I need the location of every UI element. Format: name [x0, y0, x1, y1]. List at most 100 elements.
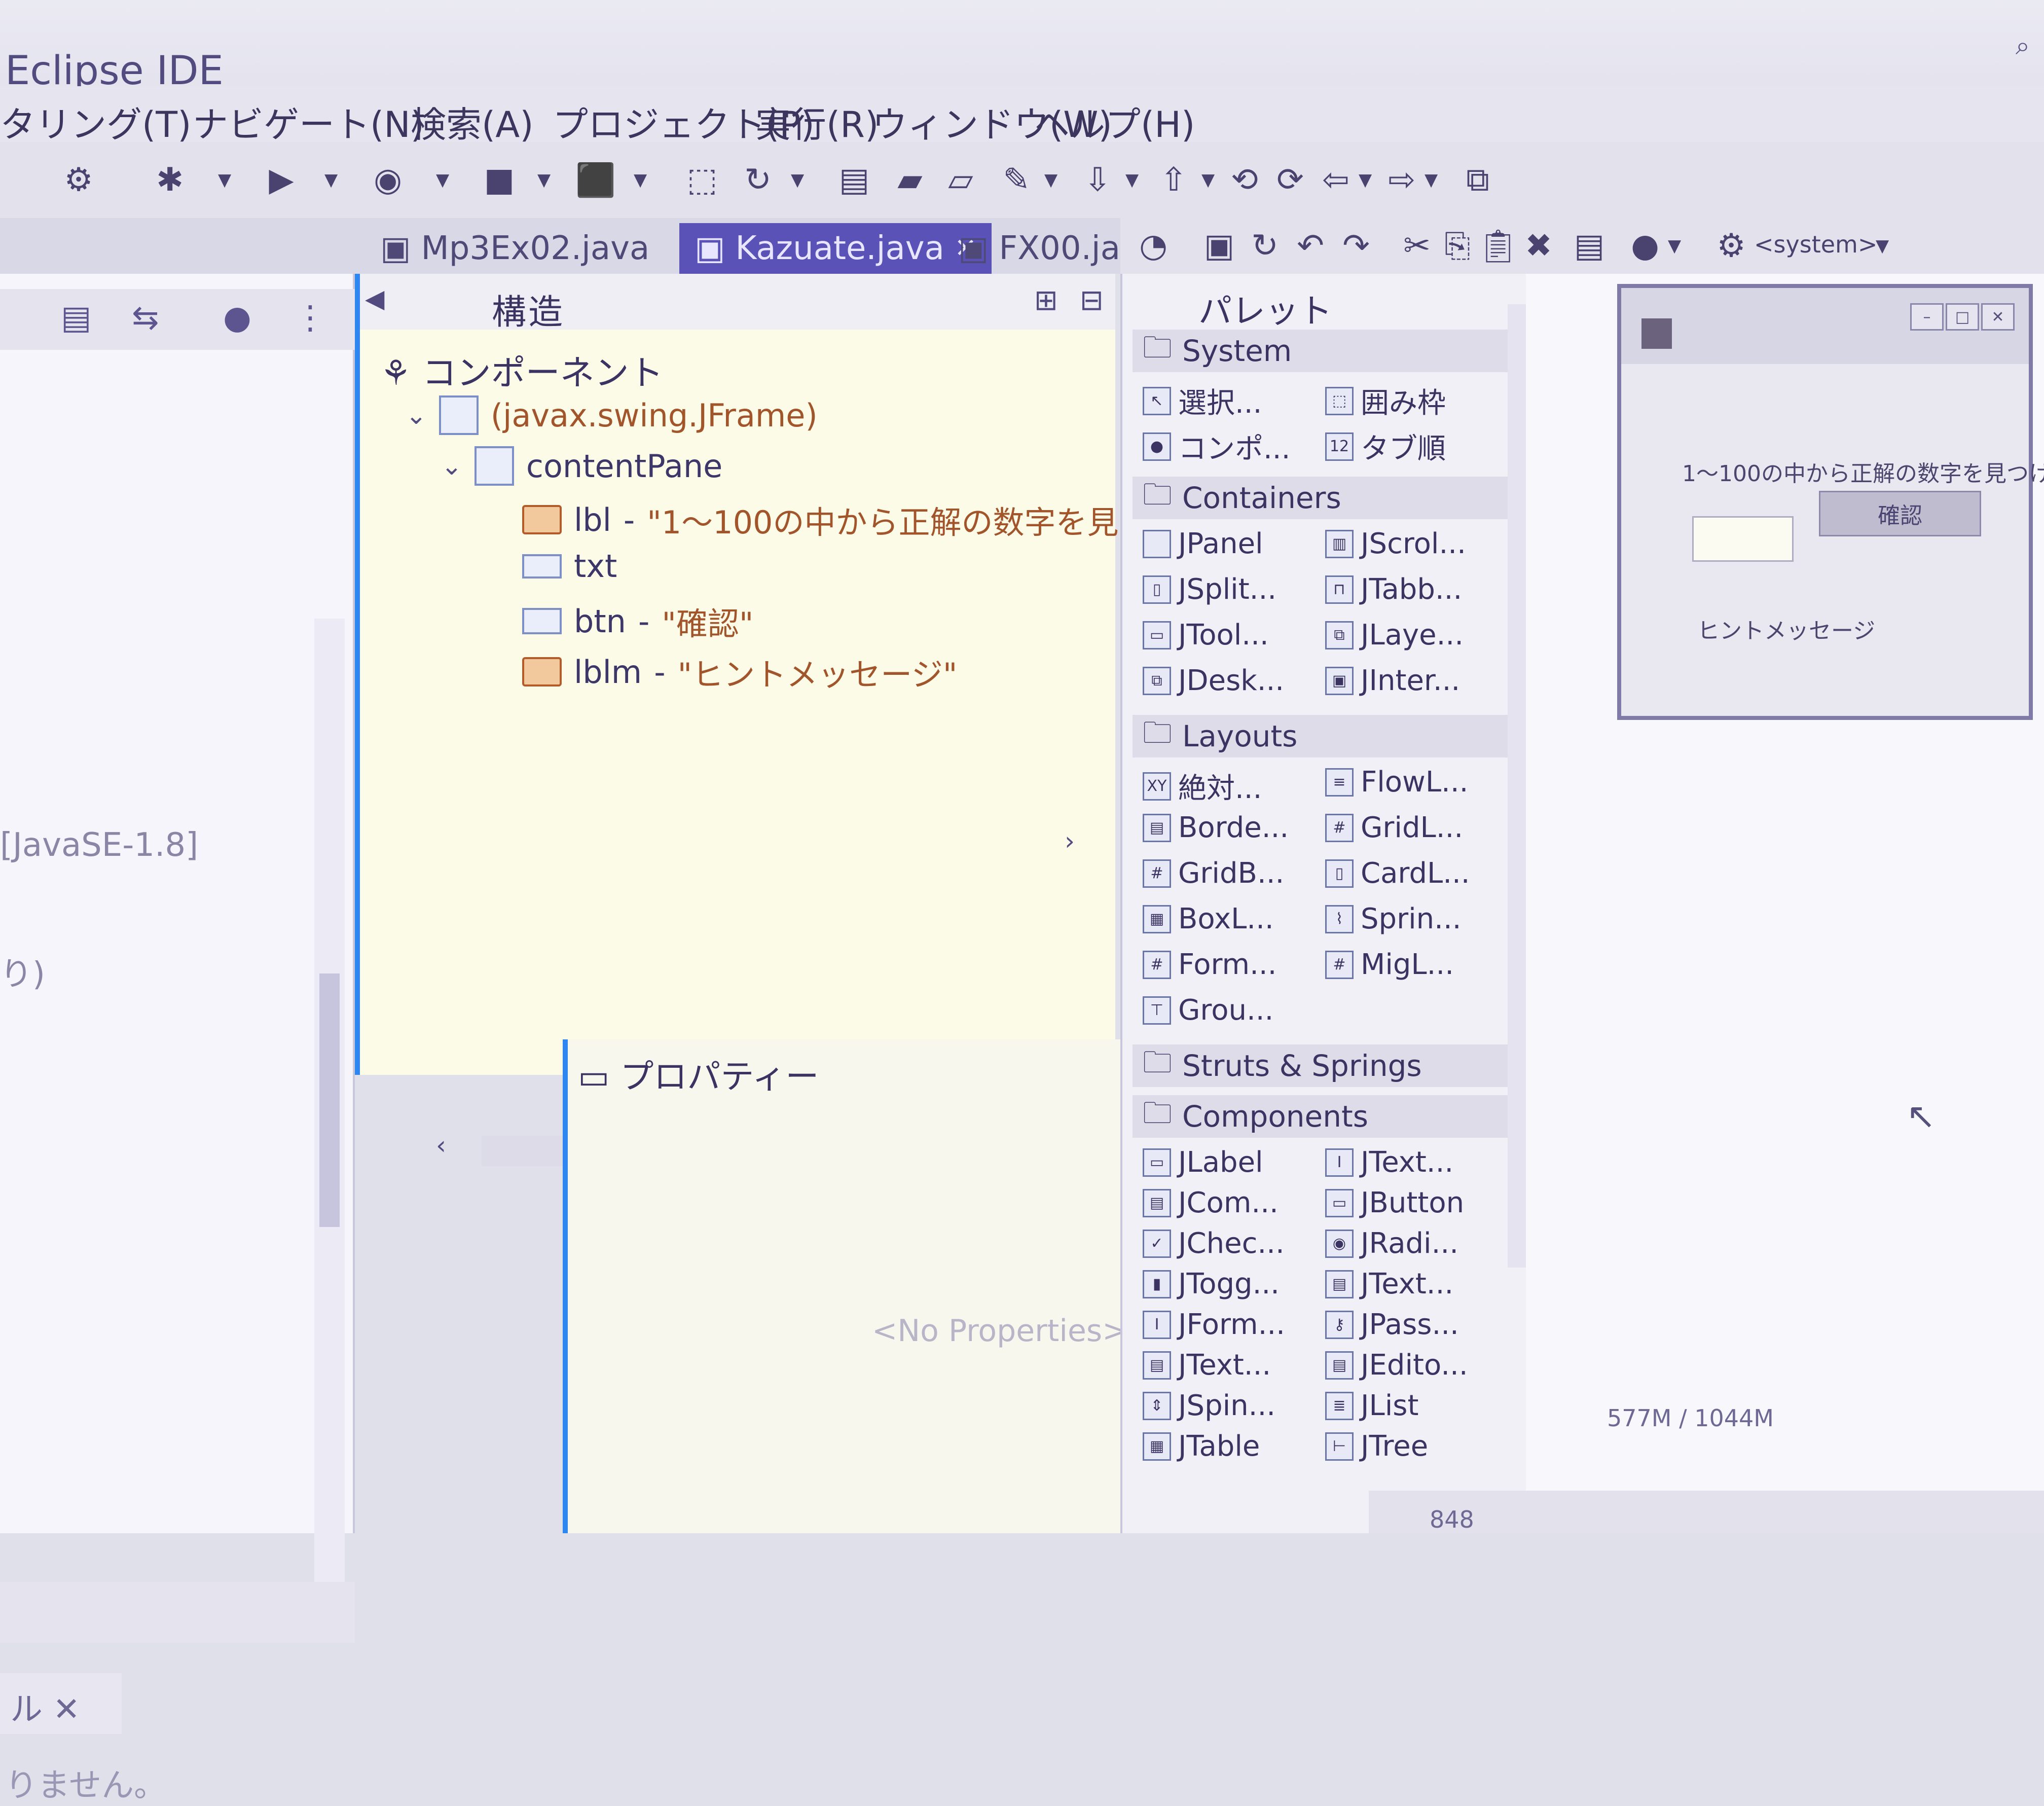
palette-item-formlayout[interactable]: # Form...: [1143, 948, 1276, 981]
back-icon[interactable]: ⇦: [1313, 157, 1359, 203]
folder-open-icon[interactable]: ▰: [887, 157, 933, 203]
heap-status[interactable]: 577M / 1044M: [1607, 1404, 1774, 1432]
chevron-down-icon[interactable]: ▼: [324, 170, 338, 190]
jre-library-label[interactable]: [JavaSE-1.8]: [0, 826, 198, 864]
palette-item-jeditorpane[interactable]: ▤ JEdito...: [1325, 1349, 1468, 1382]
chevron-down-icon[interactable]: ▼: [791, 170, 804, 190]
close-icon[interactable]: ✕: [53, 1691, 80, 1728]
chevron-down-icon[interactable]: ▼: [218, 170, 231, 190]
palette-item-jtree[interactable]: ⊢ JTree: [1325, 1430, 1428, 1463]
check-button[interactable]: 確認: [1819, 491, 1981, 536]
refresh-icon[interactable]: ↻: [735, 157, 781, 203]
menu-run[interactable]: 実行(R): [755, 96, 879, 148]
forward-edit-icon[interactable]: ⟳: [1267, 157, 1313, 203]
palette-item-jpasswordfield[interactable]: ⚷ JPass...: [1325, 1308, 1459, 1341]
palette-item-flowlayout[interactable]: ≡ FlowL...: [1325, 766, 1468, 799]
menu-refactor[interactable]: タリング(T): [0, 96, 191, 148]
cut-icon[interactable]: ✂: [1394, 223, 1440, 269]
close-icon[interactable]: ✕: [1981, 303, 2015, 331]
undo-icon[interactable]: ↶: [1288, 223, 1333, 269]
palette-scrollbar[interactable]: [1508, 304, 1526, 1268]
collapse-all-icon[interactable]: ▤: [61, 299, 91, 337]
tree-item-btn[interactable]: btn - "確認": [522, 598, 753, 644]
console-tab[interactable]: ル ✕: [0, 1673, 122, 1734]
palette-item-gridlayout[interactable]: # GridL...: [1325, 811, 1463, 844]
chevron-down-icon[interactable]: ▼: [1125, 170, 1139, 190]
tree-item-fragment[interactable]: り): [0, 948, 45, 995]
link-editor-icon[interactable]: ⇆: [132, 299, 159, 337]
properties-view-icon[interactable]: ▤: [1566, 223, 1612, 269]
palette-item-jscrollpane[interactable]: ▥ JScrol...: [1325, 527, 1466, 560]
chevron-down-icon[interactable]: ▼: [1668, 236, 1681, 256]
palette-item-springlayout[interactable]: ⌇ Sprin...: [1325, 902, 1462, 935]
chevron-down-icon[interactable]: ▼: [1201, 170, 1215, 190]
last-edit-icon[interactable]: ⟲: [1222, 157, 1267, 203]
gear-icon[interactable]: ⚙: [56, 157, 101, 203]
chevron-down-icon[interactable]: ▼: [1044, 170, 1057, 190]
palette-item-jlabel[interactable]: ▭ JLabel: [1143, 1146, 1263, 1179]
palette-item-jradiobutton[interactable]: ◉ JRadi...: [1325, 1227, 1458, 1260]
new-class-icon[interactable]: ⬚: [679, 157, 725, 203]
frame-titlebar[interactable]: – □ ✕: [1621, 288, 2029, 364]
palette-category-struts-springs[interactable]: 🗀︎ Struts & Springs: [1133, 1044, 1513, 1087]
chevron-left-icon[interactable]: ◀: [365, 284, 384, 313]
palette-item-gridbaglayout[interactable]: # GridB...: [1143, 857, 1284, 890]
palette-category-system[interactable]: 🗀︎ System: [1133, 330, 1513, 372]
tree-item-lblm[interactable]: lblm - "ヒントメッセージ": [522, 649, 957, 695]
debug-icon[interactable]: ✱: [147, 157, 193, 203]
scrollbar-thumb[interactable]: [319, 973, 340, 1227]
chevron-down-icon[interactable]: ▼: [436, 170, 449, 190]
tab-mp3ex02[interactable]: ▣ Mp3Ex02.java: [365, 223, 665, 274]
chevron-down-icon[interactable]: ⌄: [441, 451, 462, 481]
expand-all-icon[interactable]: ⊞: [1034, 284, 1058, 317]
run-coverage-icon[interactable]: ◉: [365, 157, 411, 203]
palette-category-layouts[interactable]: 🗀︎ Layouts: [1133, 715, 1513, 757]
open-type-icon[interactable]: ▤: [831, 157, 877, 203]
chevron-down-icon[interactable]: ▼: [1876, 236, 1889, 256]
menu-navigate[interactable]: ナビゲート(N): [193, 96, 424, 148]
tree-item-jframe[interactable]: ⌄ (javax.swing.JFrame): [406, 395, 818, 435]
paste-icon[interactable]: 📋︎: [1475, 223, 1521, 269]
search-icon[interactable]: ⌕: [2008, 30, 2038, 61]
palette-item-jtable[interactable]: ▦ JTable: [1143, 1430, 1260, 1463]
palette-item-borderlayout[interactable]: ▤ Borde...: [1143, 811, 1289, 844]
collapse-all-icon[interactable]: ⊟: [1080, 284, 1104, 317]
vertical-scrollbar[interactable]: [314, 619, 345, 1582]
hint-label[interactable]: ヒントメッセージ: [1697, 612, 1875, 645]
redo-icon[interactable]: ↷: [1333, 223, 1379, 269]
chevron-down-icon[interactable]: ▼: [634, 170, 647, 190]
preview-icon[interactable]: ▣: [1196, 223, 1242, 269]
palette-item-jdesktoppane[interactable]: ⧉ JDesk...: [1143, 664, 1284, 697]
palette-item-jinternalframe[interactable]: ▣ JInter...: [1325, 664, 1460, 697]
chevron-right-icon[interactable]: ›: [1065, 826, 1075, 856]
folder-icon[interactable]: ▱: [938, 157, 983, 203]
palette-item-jbutton[interactable]: ▭ JButton: [1325, 1186, 1464, 1219]
menu-search[interactable]: 検索(A): [411, 96, 534, 148]
palette-item-tab-order[interactable]: 12 タブ順: [1325, 426, 1446, 467]
palette-item-miglayout[interactable]: # MigL...: [1325, 948, 1454, 981]
chevron-down-icon[interactable]: ▼: [1359, 170, 1372, 190]
stop-icon[interactable]: ■: [477, 157, 522, 203]
guess-input[interactable]: [1692, 516, 1794, 562]
palette-item-boxlayout[interactable]: ▦ BoxL...: [1143, 902, 1274, 935]
palette-item-jlayeredpane[interactable]: ⧉ JLaye...: [1325, 619, 1464, 652]
palette-item-cardlayout[interactable]: ▯ CardL...: [1325, 857, 1470, 890]
palette-item-component[interactable]: ● コンポ...: [1143, 426, 1290, 467]
external-tools-icon[interactable]: ⬛: [573, 157, 618, 203]
chevron-down-icon[interactable]: ▼: [1425, 170, 1438, 190]
palette-item-absolute-layout[interactable]: XY 絶対...: [1143, 766, 1262, 807]
chevron-left-icon[interactable]: ‹: [436, 1131, 446, 1160]
prompt-label[interactable]: 1～100の中から正解の数字を見つけて下さい: [1682, 455, 2044, 488]
forward-icon[interactable]: ⇨: [1379, 157, 1425, 203]
delete-icon[interactable]: ✖: [1516, 223, 1561, 269]
palette-item-jtextpane[interactable]: ▤ JText...: [1143, 1349, 1271, 1382]
palette-item-jtextfield[interactable]: I JText...: [1325, 1146, 1453, 1179]
run-icon[interactable]: ▶: [259, 157, 304, 203]
menu-help[interactable]: ヘルプ(H): [1034, 96, 1195, 148]
tree-item-txt[interactable]: txt: [522, 548, 617, 585]
copy-icon[interactable]: ⎘: [1435, 223, 1480, 269]
palette-category-containers[interactable]: 🗀︎ Containers: [1133, 477, 1513, 519]
prev-annotation-icon[interactable]: ⇧: [1151, 157, 1196, 203]
palette-item-jtabbedpane[interactable]: ⊓ JTabb...: [1325, 573, 1462, 606]
palette-item-jtoolbar[interactable]: ▭ JTool...: [1143, 619, 1269, 652]
